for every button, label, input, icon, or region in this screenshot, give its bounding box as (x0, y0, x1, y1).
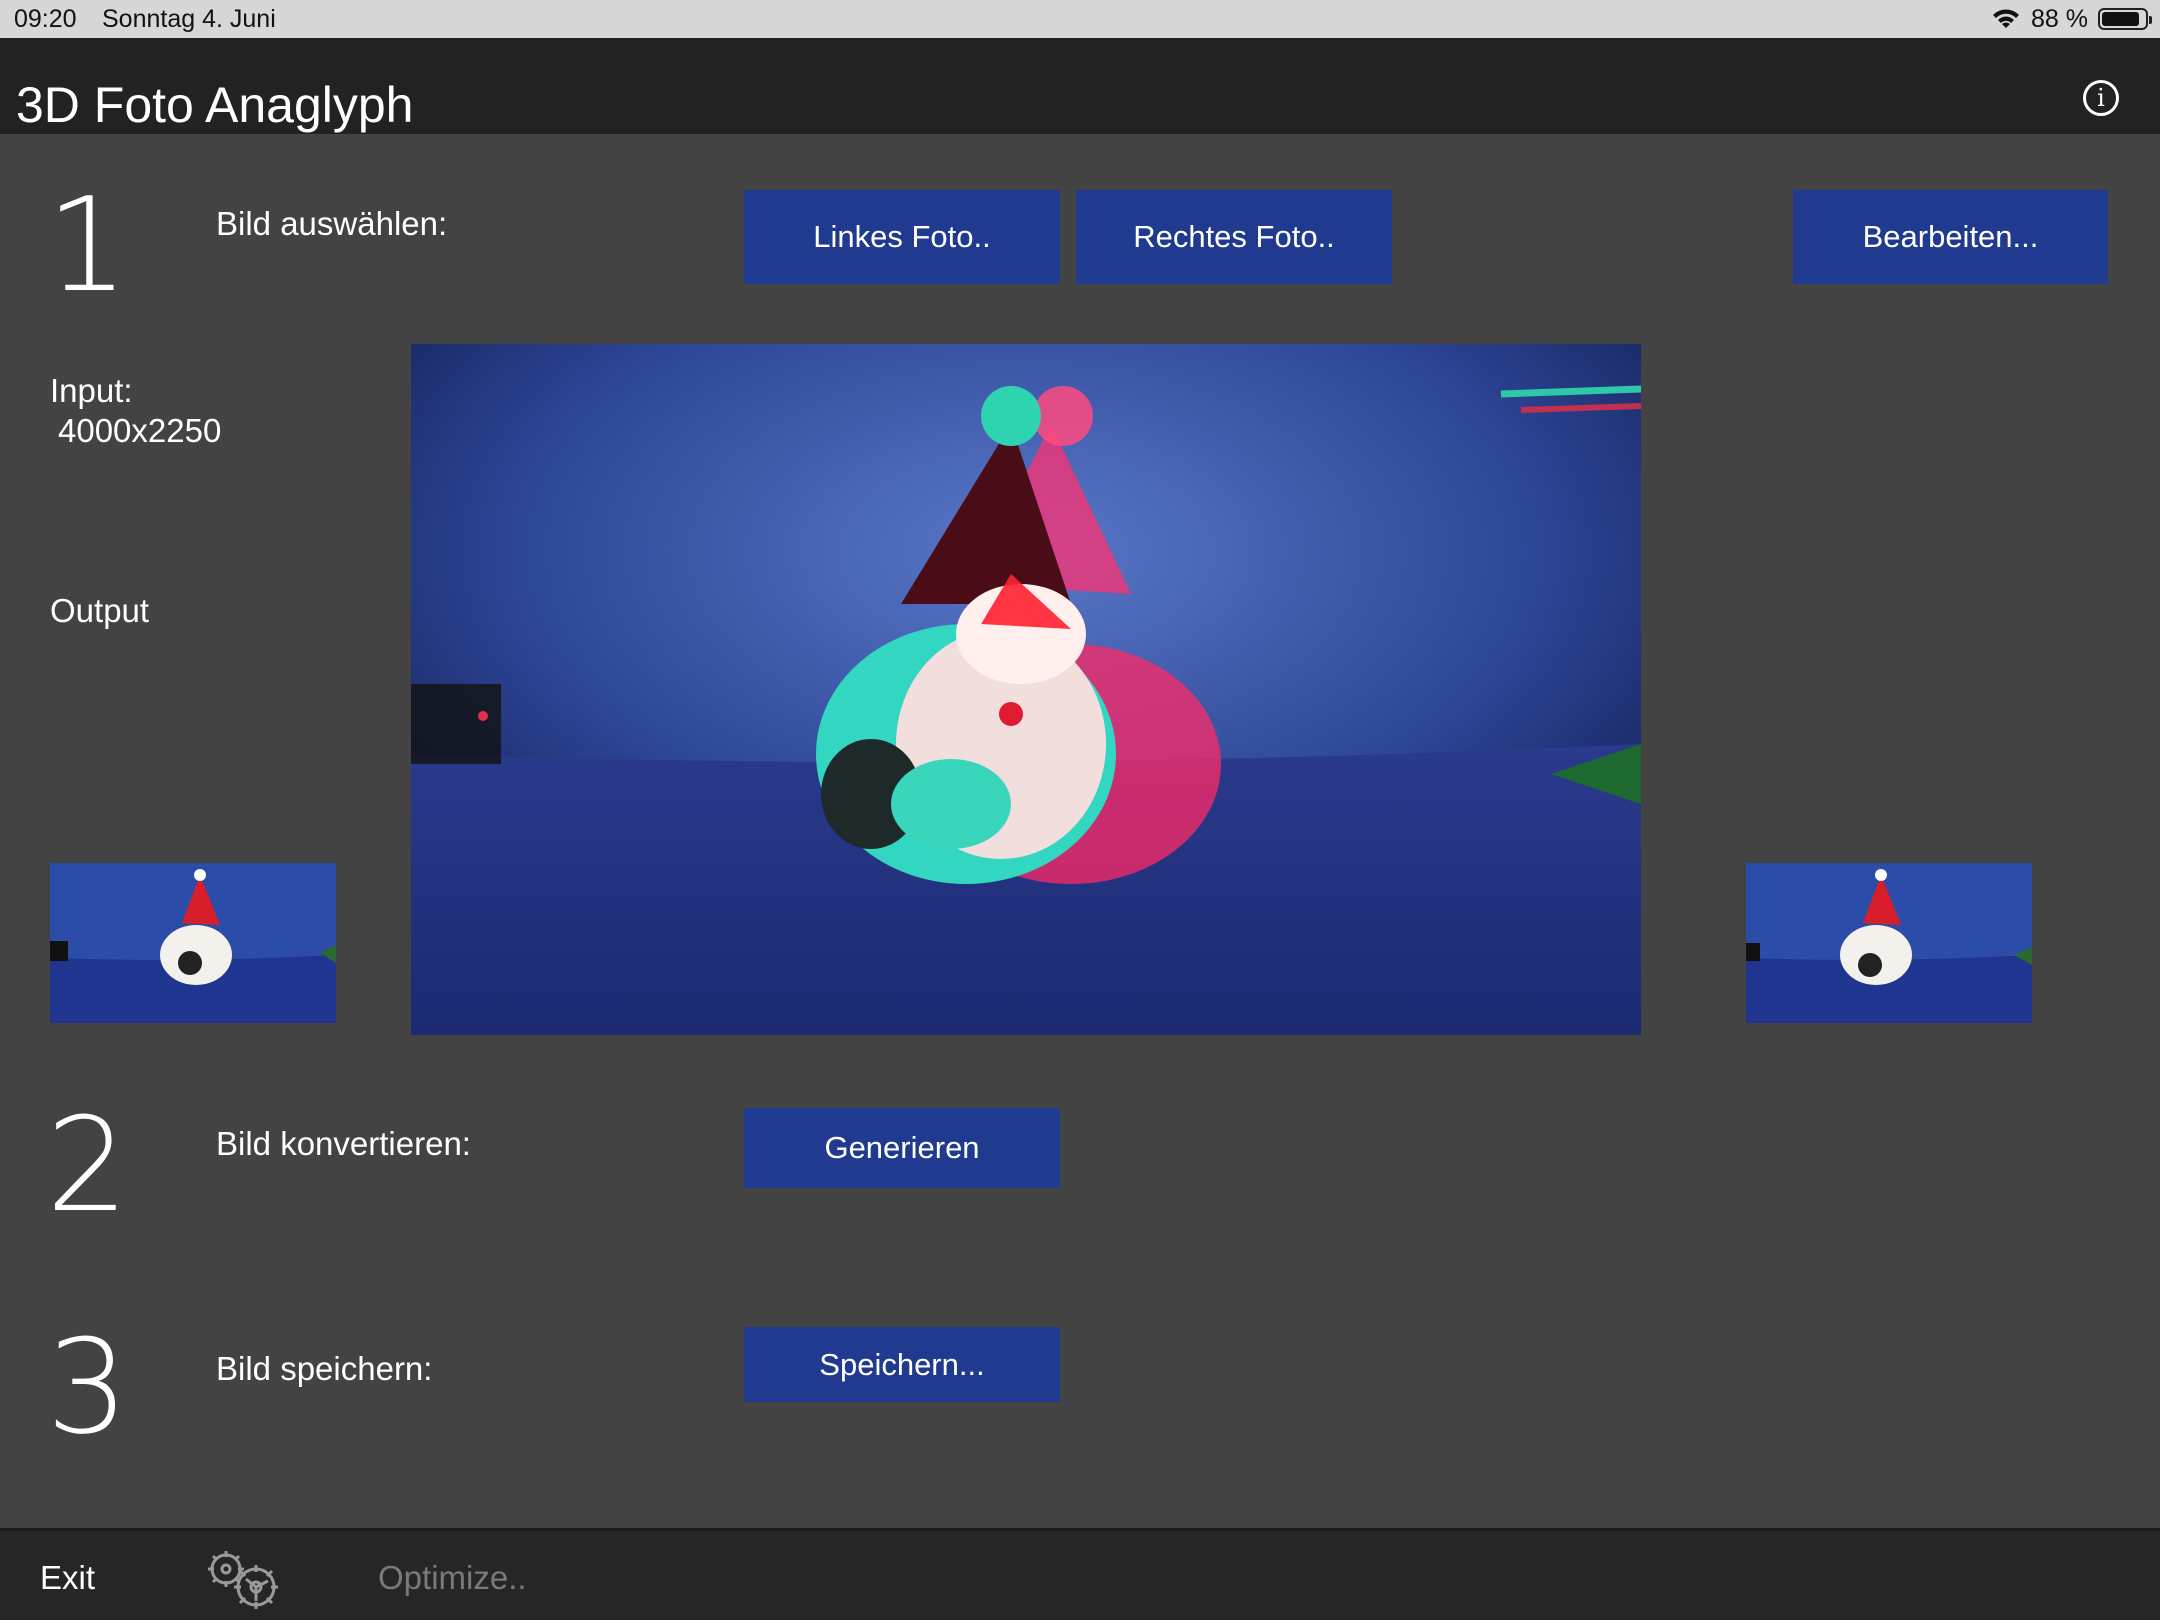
status-bar: 09:20 Sonntag 4. Juni 88 % (0, 0, 2160, 38)
left-photo-thumbnail[interactable] (50, 863, 336, 1023)
wifi-icon (1993, 9, 2020, 28)
step-1-label: Bild auswählen: (216, 205, 448, 242)
step-3-label: Bild speichern: (216, 1350, 433, 1387)
generate-button[interactable]: Generieren (744, 1108, 1060, 1188)
right-photo-thumbnail[interactable] (1746, 863, 2032, 1023)
bottom-toolbar: Exit Optimize.. (0, 1528, 2160, 1620)
output-label: Output (50, 592, 150, 629)
edit-button[interactable]: Bearbeiten... (1793, 190, 2108, 284)
info-circle-icon[interactable]: i (2083, 80, 2119, 116)
status-date: Sonntag 4. Juni (102, 5, 276, 33)
input-label: Input: (50, 372, 133, 409)
step-1-number: 1 (46, 169, 129, 321)
battery-icon (2098, 8, 2152, 30)
battery-percent: 88 % (2031, 4, 2088, 33)
input-resolution: 4000x2250 (58, 412, 222, 449)
step-2-number: 2 (46, 1089, 129, 1241)
exit-button[interactable]: Exit (40, 1559, 95, 1597)
app-title: 3D Foto Anaglyph (16, 77, 414, 133)
status-time: 09:20 (14, 5, 77, 33)
gears-icon[interactable] (198, 1543, 288, 1613)
anaglyph-preview-image (411, 344, 1641, 1035)
optimize-button[interactable]: Optimize.. (378, 1559, 527, 1597)
save-button[interactable]: Speichern... (744, 1327, 1060, 1402)
status-right: 88 % (1991, 4, 2152, 34)
title-bar: 3D Foto Anaglyph (0, 38, 2160, 134)
right-photo-button[interactable]: Rechtes Foto.. (1076, 190, 1392, 284)
step-3-number: 3 (46, 1311, 129, 1463)
step-2-label: Bild konvertieren: (216, 1125, 471, 1162)
left-photo-button[interactable]: Linkes Foto.. (744, 190, 1060, 284)
